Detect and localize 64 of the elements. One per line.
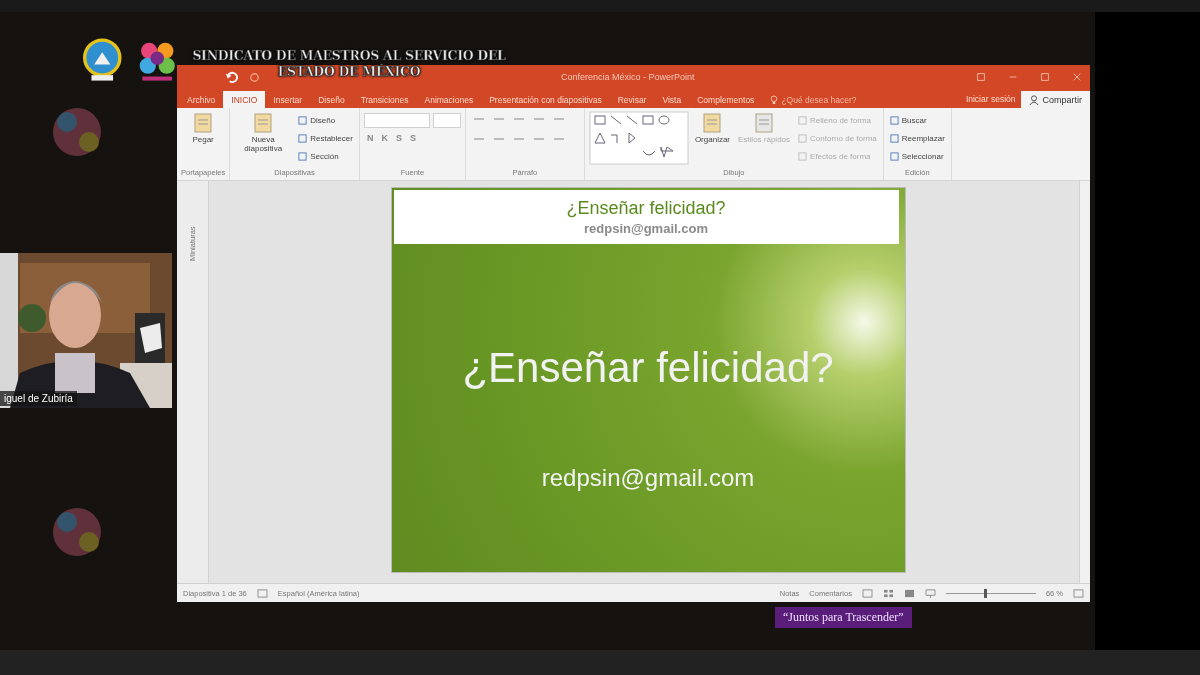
slogan-banner: “Juntos para Trascender”	[775, 607, 912, 628]
ribbon-button[interactable]: Organizar	[692, 111, 732, 165]
ribbon-button[interactable]: Restablecer	[296, 130, 355, 146]
ribbon-tab[interactable]: Vista	[654, 91, 690, 108]
slideshow-icon[interactable]	[924, 588, 936, 598]
lightbulb-icon	[770, 94, 779, 105]
square-icon	[889, 133, 899, 143]
scroll-bar[interactable]	[1079, 181, 1090, 583]
undo-icon[interactable]	[225, 70, 238, 84]
slide-heading: ¿Enseñar felicidad?	[566, 198, 726, 219]
shape-gallery-drawing[interactable]	[588, 111, 689, 165]
ribbon-tab[interactable]: Archivo	[179, 91, 224, 108]
ribbon-options-icon[interactable]	[976, 72, 986, 82]
share-button[interactable]: Compartir	[1021, 91, 1090, 108]
close-icon[interactable]	[1072, 72, 1082, 82]
format-button[interactable]: K	[378, 133, 391, 143]
format-button[interactable]: S	[392, 133, 405, 143]
format-button[interactable]: S	[406, 133, 419, 143]
repeat-icon[interactable]	[248, 70, 261, 84]
slide-email: redpsin@gmail.com	[584, 221, 708, 236]
ribbon-button[interactable]: Diseño	[296, 112, 355, 128]
person-icon	[1029, 94, 1040, 105]
ribbon-button[interactable]: Sección	[296, 148, 355, 164]
ribbon-button[interactable]: Pegar	[181, 111, 226, 165]
ribbon-button[interactable]: Reemplazar	[887, 130, 947, 146]
window-title: Conferencia México - PowerPoint	[561, 72, 695, 82]
square-icon	[298, 151, 308, 161]
font-size-field[interactable]	[432, 112, 461, 128]
square-icon	[889, 115, 899, 125]
ribbon-tab[interactable]: Diseño	[310, 91, 353, 108]
ribbon-tab[interactable]: Insertar	[265, 91, 311, 108]
emblem-drawing	[53, 508, 101, 556]
emblem-drawing	[53, 108, 101, 156]
maximize-icon[interactable]	[1040, 72, 1050, 82]
tell-me-field[interactable]: ¿Qué desea hacer?	[781, 94, 870, 105]
ribbon-tab[interactable]: INICIO	[223, 91, 266, 108]
sign-in-link[interactable]: Iniciar sesión	[965, 93, 1016, 104]
union-name: SINDICATO DE MAESTROS AL SERVICIO DEL	[192, 48, 506, 64]
sorter-view-icon[interactable]	[882, 588, 894, 598]
ribbon-button[interactable]: Nueva diapositiva	[234, 111, 293, 165]
square-icon	[889, 151, 899, 161]
ribbon-tab[interactable]: Complementos	[689, 91, 763, 108]
union-name: ESTADO DE MÉXICO	[277, 64, 421, 80]
ribbon-button[interactable]: Seleccionar	[887, 148, 947, 164]
ribbon-tab[interactable]: Animaciones	[416, 91, 482, 108]
slide-email: redpsin@gmail.com	[541, 464, 755, 492]
zoom-thumb[interactable]	[983, 588, 987, 598]
square-icon	[798, 133, 808, 143]
square-icon	[798, 115, 808, 125]
spelling-icon[interactable]	[256, 588, 268, 598]
normal-view-icon[interactable]	[861, 588, 873, 598]
ribbon-tab[interactable]: Presentación con diapositivas	[481, 91, 610, 108]
ribbon-tab[interactable]: Transiciones	[352, 91, 417, 108]
ribbon-button[interactable]: Buscar	[887, 112, 947, 128]
participant-name: iguel de Zubiría	[0, 391, 77, 406]
reading-view-icon[interactable]	[903, 588, 915, 598]
square-icon	[298, 133, 308, 143]
square-icon	[798, 151, 808, 161]
format-button[interactable]: N	[363, 133, 377, 143]
fit-slide-icon[interactable]	[1073, 588, 1084, 598]
ribbon-tab[interactable]: Revisar	[609, 91, 655, 108]
slide-title: ¿Enseñar felicidad?	[462, 344, 834, 392]
font-name-field[interactable]	[363, 112, 430, 128]
square-icon	[298, 115, 308, 125]
